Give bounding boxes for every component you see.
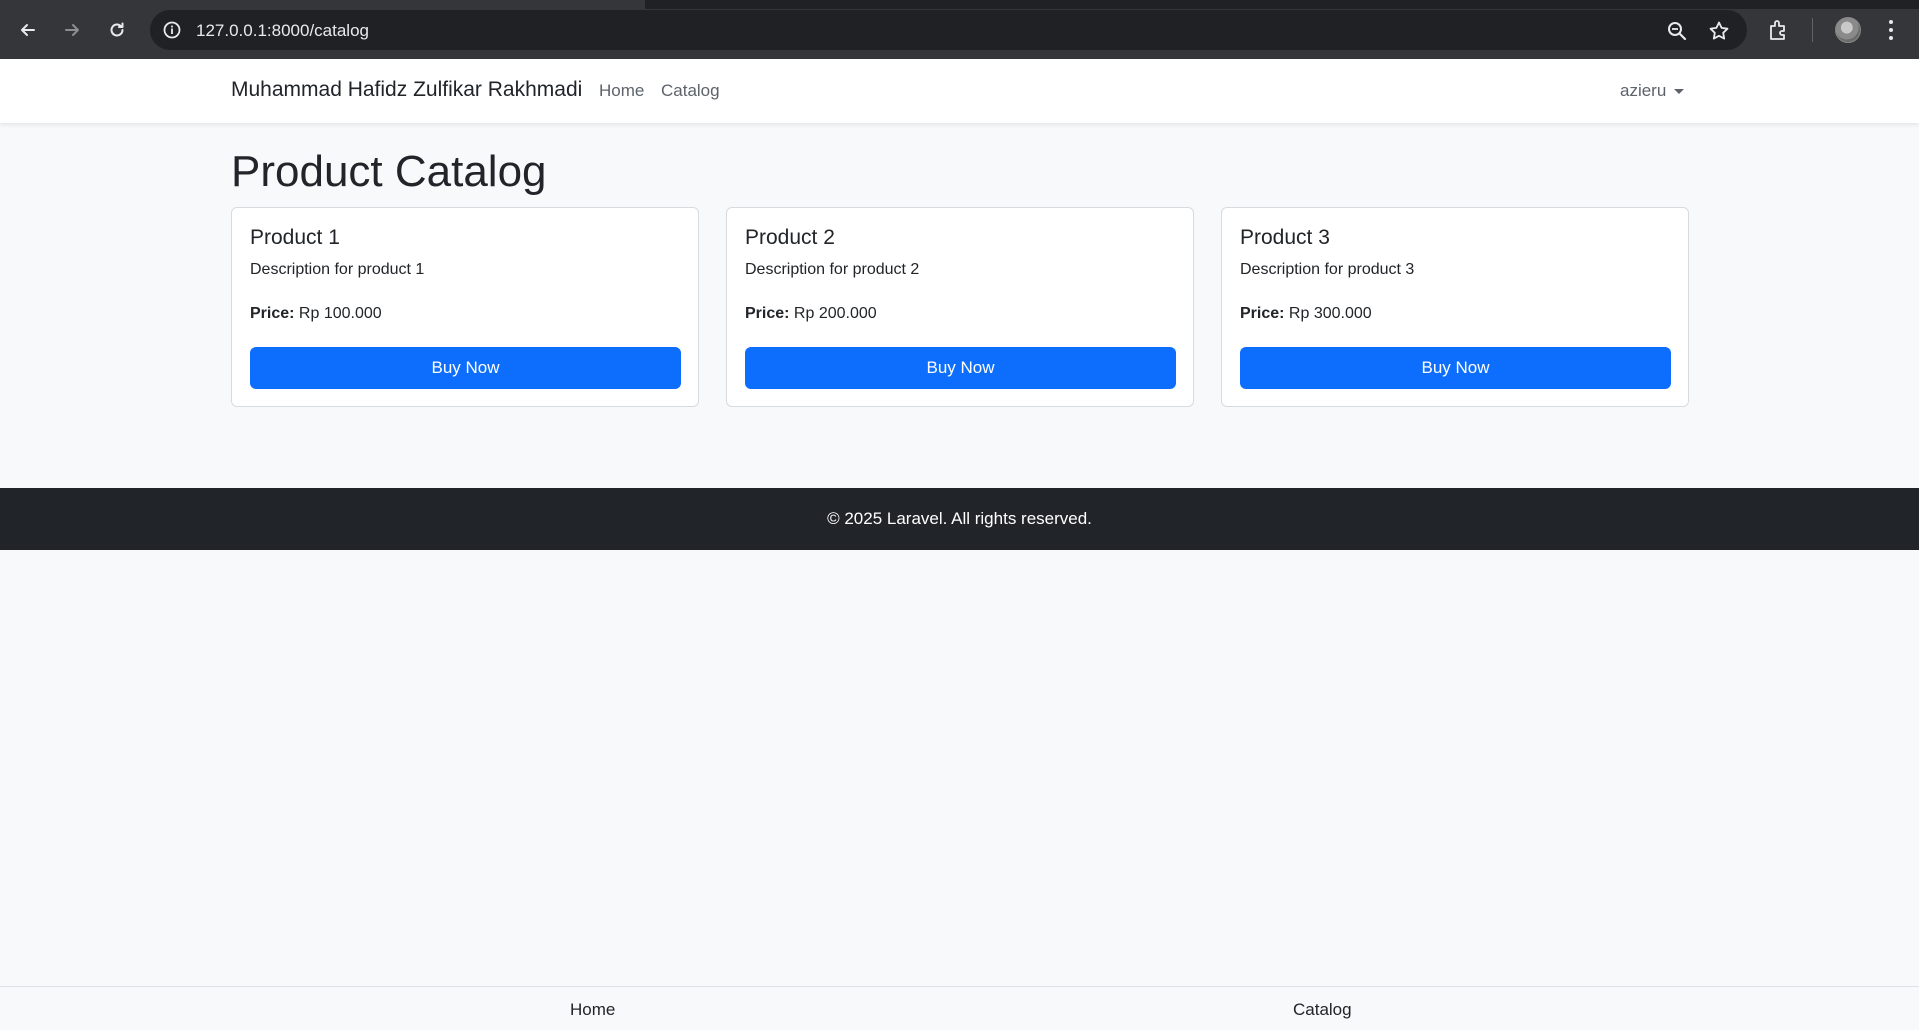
site-navbar: Muhammad Hafidz Zulfikar Rakhmadi Home C… (0, 59, 1919, 123)
price-label: Price: (250, 305, 295, 322)
extensions-icon[interactable] (1766, 17, 1792, 43)
price-value: Rp 300.000 (1288, 305, 1372, 322)
product-price: Price: Rp 100.000 (250, 305, 382, 323)
nav-link-catalog[interactable]: Catalog (661, 81, 720, 101)
site-info-icon[interactable] (160, 18, 184, 42)
profile-avatar[interactable] (1835, 17, 1861, 43)
zoom-icon[interactable] (1665, 19, 1689, 43)
active-tab[interactable] (0, 0, 645, 9)
footer-copyright: © 2025 Laravel. All rights reserved. (827, 509, 1092, 528)
browser-toolbar: 127.0.0.1:8000/catalog (0, 0, 1919, 59)
nav-link-home[interactable]: Home (599, 81, 644, 101)
site-footer: © 2025 Laravel. All rights reserved. (0, 488, 1919, 550)
product-card: Product 1 Description for product 1 Pric… (231, 207, 699, 407)
product-description: Description for product 2 (745, 261, 920, 278)
product-description: Description for product 3 (1240, 261, 1415, 278)
bottom-nav-catalog[interactable]: Catalog (1293, 1000, 1352, 1020)
back-arrow-icon[interactable] (12, 14, 44, 46)
price-label: Price: (1240, 305, 1285, 322)
more-menu-icon[interactable] (1883, 17, 1899, 43)
product-price: Price: Rp 300.000 (1240, 305, 1372, 323)
product-price: Price: Rp 200.000 (745, 305, 877, 323)
buy-now-button[interactable]: Buy Now (745, 347, 1176, 389)
buy-now-button[interactable]: Buy Now (1240, 347, 1671, 389)
product-description: Description for product 1 (250, 261, 425, 278)
price-value: Rp 100.000 (298, 305, 382, 322)
price-value: Rp 200.000 (793, 305, 877, 322)
navbar-brand[interactable]: Muhammad Hafidz Zulfikar Rakhmadi (231, 78, 582, 102)
user-dropdown[interactable]: azieru (1620, 81, 1685, 101)
product-card: Product 2 Description for product 2 Pric… (726, 207, 1194, 407)
product-title: Product 3 (1240, 226, 1330, 249)
bottom-navigation: Home Catalog (0, 986, 1919, 1030)
bookmark-star-icon[interactable] (1707, 19, 1731, 43)
forward-arrow-icon[interactable] (56, 14, 88, 46)
buy-now-button[interactable]: Buy Now (250, 347, 681, 389)
url-text[interactable]: 127.0.0.1:8000/catalog (196, 21, 369, 41)
price-label: Price: (745, 305, 790, 322)
toolbar-divider (1812, 18, 1813, 42)
product-title: Product 2 (745, 226, 835, 249)
page-title: Product Catalog (231, 147, 547, 196)
reload-icon[interactable] (101, 14, 133, 46)
product-title: Product 1 (250, 226, 340, 249)
address-bar[interactable]: 127.0.0.1:8000/catalog (150, 10, 1747, 50)
product-card: Product 3 Description for product 3 Pric… (1221, 207, 1689, 407)
bottom-nav-home[interactable]: Home (570, 1000, 615, 1020)
caret-down-icon (1674, 88, 1685, 94)
user-name: azieru (1620, 81, 1667, 100)
